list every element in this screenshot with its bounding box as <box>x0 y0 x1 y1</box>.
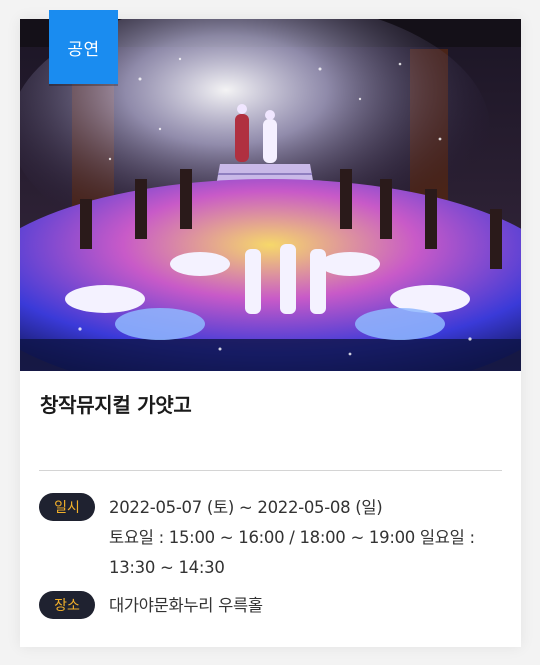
venue-text: 대가야문화누리 우륵홀 <box>109 591 509 621</box>
schedule-label-badge: 일시 <box>39 493 95 521</box>
event-title[interactable]: 창작뮤지컬 가얏고 <box>40 389 192 418</box>
venue-name: 대가야문화누리 우륵홀 <box>109 596 263 615</box>
divider <box>39 470 502 471</box>
schedule-time: 토요일 : 15:00 ~ 16:00 / 18:00 ~ 19:00 일요일 … <box>109 528 475 577</box>
venue-label-badge: 장소 <box>39 591 95 619</box>
category-badge: 공연 <box>49 10 118 84</box>
event-card[interactable]: 공연 창작뮤지컬 가얏고 일시 2022-05-07 (토) ~ 2022-05… <box>20 10 521 647</box>
schedule-text: 2022-05-07 (토) ~ 2022-05-08 (일) 토요일 : 15… <box>109 493 509 583</box>
schedule-date: 2022-05-07 (토) ~ 2022-05-08 (일) <box>109 498 383 517</box>
